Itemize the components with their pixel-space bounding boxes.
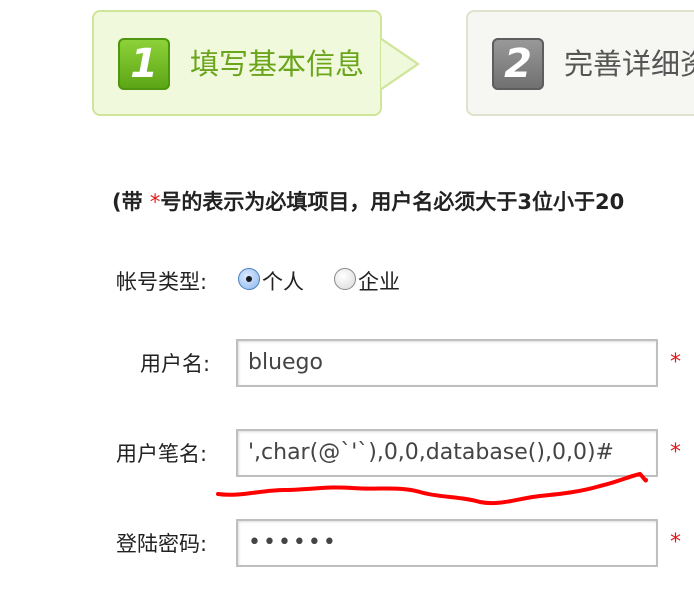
red-underline-annotation (216, 471, 648, 506)
password-required-star: * (670, 530, 681, 555)
password-input[interactable]: •••••• (236, 519, 658, 567)
password-label: 登陆密码: (116, 532, 208, 556)
